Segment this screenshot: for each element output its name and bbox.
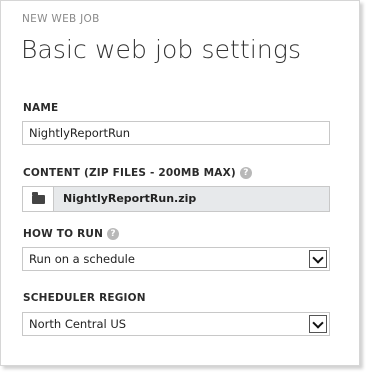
content-label-text: CONTENT (ZIP FILES - 200MB MAX) (23, 167, 236, 179)
folder-icon (32, 192, 45, 204)
content-file-field[interactable]: NightlyReportRun.zip (22, 186, 330, 212)
name-field-value: NightlyReportRun (29, 126, 131, 140)
scheduler-region-label: SCHEDULER REGION (23, 292, 146, 304)
how-to-run-select[interactable]: Run on a schedule (22, 247, 330, 271)
name-label: NAME (23, 102, 58, 114)
dropdown-button[interactable] (309, 315, 327, 333)
scheduler-region-selected: North Central US (29, 317, 127, 331)
name-label-text: NAME (23, 102, 59, 114)
page-title: Basic web job settings (21, 35, 302, 64)
scheduler-region-select[interactable]: North Central US (22, 312, 330, 336)
how-to-run-label: HOW TO RUN? (23, 228, 120, 240)
name-field[interactable]: NightlyReportRun (22, 121, 330, 145)
web-job-dialog: NEW WEB JOB Basic web job settings NAME … (0, 0, 360, 366)
dialog-eyebrow: NEW WEB JOB (22, 13, 100, 25)
chevron-down-icon (312, 317, 324, 329)
scheduler-region-label-text: SCHEDULER REGION (23, 292, 146, 304)
how-to-run-selected: Run on a schedule (29, 252, 135, 266)
help-icon[interactable]: ? (107, 228, 120, 240)
dropdown-button[interactable] (309, 250, 327, 268)
how-to-run-label-text: HOW TO RUN (23, 228, 104, 240)
browse-file-button[interactable] (23, 187, 54, 211)
file-name: NightlyReportRun.zip (63, 192, 197, 205)
content-label: CONTENT (ZIP FILES - 200MB MAX)? (23, 167, 252, 179)
chevron-down-icon (312, 252, 324, 264)
help-icon[interactable]: ? (239, 167, 252, 179)
